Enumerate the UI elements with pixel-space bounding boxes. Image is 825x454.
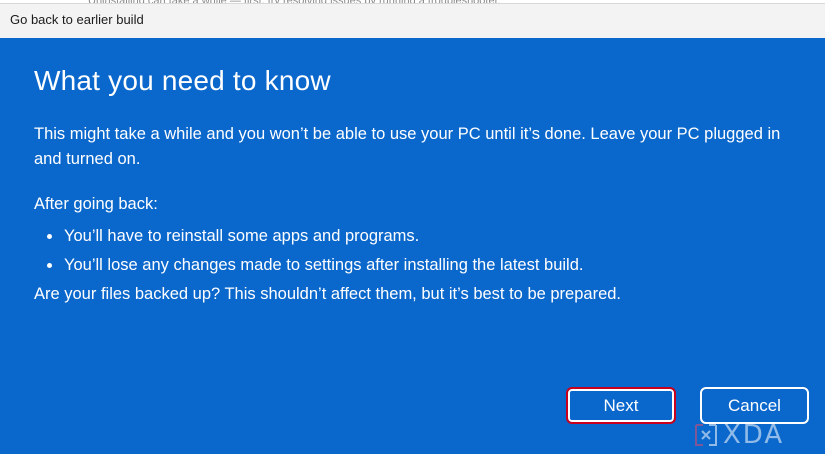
consequence-list: You’ll have to reinstall some apps and p… [44, 222, 583, 280]
list-item-text: You’ll lose any changes made to settings… [64, 256, 584, 274]
window-title: Go back to earlier build [10, 12, 144, 27]
list-item: You’ll lose any changes made to settings… [44, 251, 583, 280]
watermark-text: XDA [723, 420, 785, 450]
intro-text: This might take a while and you won’t be… [34, 125, 781, 168]
dialog-content: What you need to know This might take a … [0, 38, 825, 454]
cancel-button[interactable]: Cancel [700, 387, 809, 424]
after-going-back-label: After going back: [34, 195, 158, 213]
xda-watermark: XDA [693, 420, 784, 450]
xda-logo-icon [693, 422, 719, 448]
list-item-text: You’ll have to reinstall some apps and p… [64, 227, 420, 245]
list-item: You’ll have to reinstall some apps and p… [44, 222, 583, 251]
bullet-icon [47, 263, 52, 268]
backup-question-text: Are your files backed up? This shouldn’t… [34, 285, 622, 303]
go-back-dialog: Uninstalling can take a while — first, t… [0, 0, 825, 454]
page-title: What you need to know [34, 65, 331, 96]
title-bar: Go back to earlier build [0, 3, 825, 38]
bullet-icon [47, 234, 52, 239]
next-button[interactable]: Next [566, 387, 676, 424]
